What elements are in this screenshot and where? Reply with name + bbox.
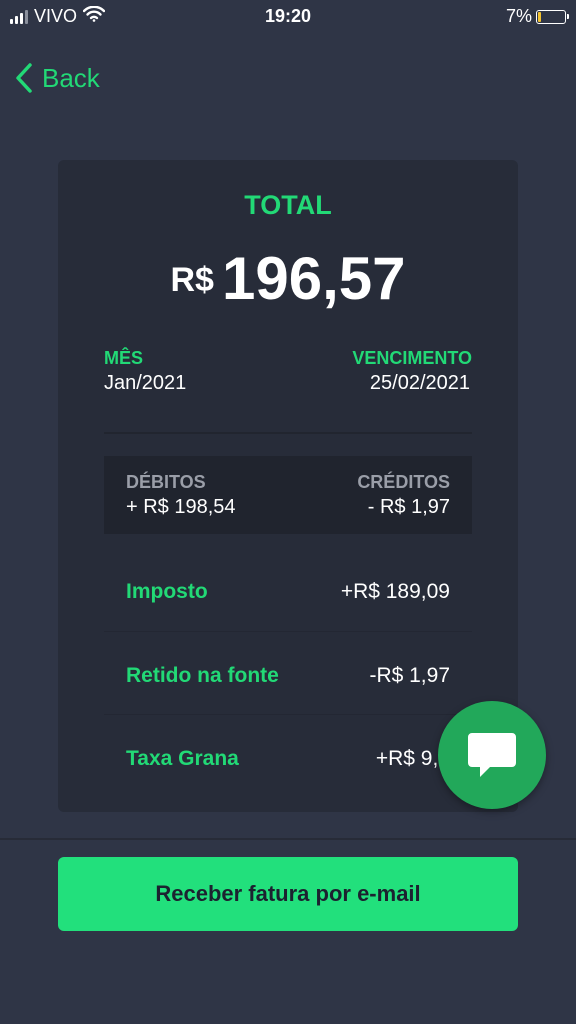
- month-label: MÊS: [104, 348, 144, 368]
- item-label-imposto: Imposto: [126, 580, 208, 603]
- battery-icon: [536, 9, 569, 24]
- chat-icon: [468, 733, 516, 777]
- battery-percent: 7%: [505, 6, 532, 26]
- credits-value: - R$ 1,97: [367, 496, 450, 518]
- debits-label: DÉBITOS: [126, 472, 206, 492]
- item-value-imposto: +R$ 189,09: [340, 580, 450, 603]
- month-value: Jan/2021: [104, 372, 187, 394]
- debits-value: + R$ 198,54: [126, 496, 236, 518]
- total-amount: R$ 196,57: [0, 244, 576, 313]
- credits-label: CRÉDITOS: [357, 472, 450, 492]
- back-label: Back: [42, 62, 100, 93]
- status-right: 7%: [505, 6, 569, 27]
- total-value: 196,57: [221, 245, 406, 312]
- back-chevron-icon: [16, 63, 32, 93]
- back-button[interactable]: Back: [14, 62, 100, 94]
- due-date-label: VENCIMENTO: [352, 348, 472, 368]
- status-time: 19:20: [264, 6, 312, 26]
- due-date-value: 25/02/2021: [369, 372, 470, 394]
- email-invoice-button[interactable]: Receber fatura por e-mail: [58, 857, 518, 931]
- total-currency: R$: [170, 261, 214, 299]
- status-bar: VIVO 19:20 7%: [0, 0, 576, 34]
- total-label: TOTAL: [244, 190, 332, 220]
- item-value-retido: -R$ 1,97: [369, 664, 450, 687]
- debits-credits-summary: [104, 456, 472, 534]
- bottom-separator: [0, 838, 576, 840]
- item-label-taxa: Taxa Grana: [126, 747, 239, 770]
- chat-button[interactable]: [438, 701, 546, 809]
- invoice-screen: VIVO 19:20 7% Back TOTAL R$ 196,57 MÊS J…: [0, 0, 576, 1024]
- row-separator: [104, 714, 472, 715]
- item-label-retido: Retido na fonte: [126, 664, 279, 687]
- row-separator: [104, 631, 472, 632]
- divider: [104, 432, 472, 434]
